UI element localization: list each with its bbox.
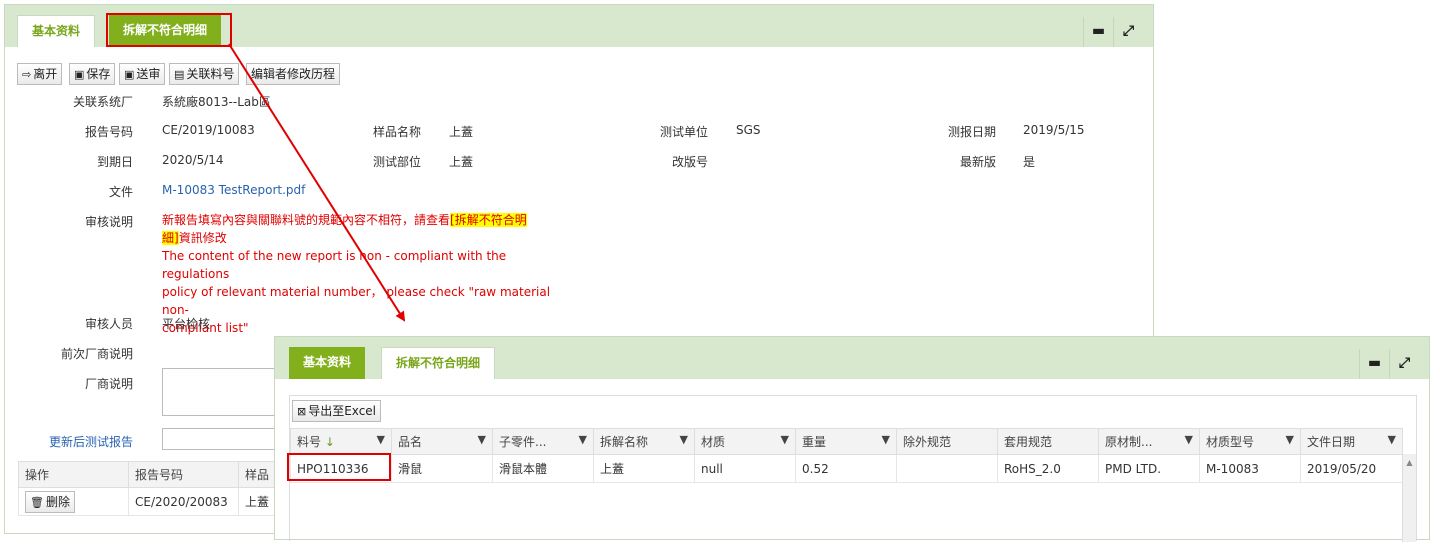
col-report-no: 报告号码 (128, 461, 239, 488)
vendor-note-textarea[interactable] (162, 368, 282, 416)
table-row[interactable]: HPO110336 滑鼠 滑鼠本體 上蓋 null 0.52 RoHS_2.0 … (290, 454, 1403, 483)
review-note-label: 审核说明 (84, 215, 133, 229)
report-date-label: 测报日期 (947, 125, 996, 139)
filter-icon[interactable]: ▼ (882, 433, 890, 446)
table-row: 🗑 删除 CE/2020/20083 上蓋 (18, 487, 281, 516)
col-material[interactable]: 材质 ▼ (694, 428, 796, 455)
noncompliance-table-header: 料号 ↓ ▼ 品名 ▼ 子零件... ▼ 拆解名称 ▼ 材质 ▼ 重量 ▼ 除外规范 套用规… (290, 428, 1403, 455)
noncompliance-reference-highlight: [拆解不符合明 (450, 213, 527, 227)
detail-panel: 基本资料 拆解不符合明细 ▬ ⤢ ⊠ 导出至Excel 料号 ↓ ▼ 品名 ▼ 子零件… (274, 336, 1430, 542)
col-part-no[interactable]: 料号 ↓ ▼ (290, 428, 392, 455)
system-factory-label: 关联系统厂 (72, 95, 133, 109)
filter-icon[interactable]: ▼ (680, 433, 688, 446)
col-action: 操作 (18, 461, 129, 488)
updated-report-input[interactable] (162, 428, 282, 450)
detail-tab-bar: 基本资料 拆解不符合明细 ▬ ⤢ (275, 337, 1429, 379)
filter-icon[interactable]: ▼ (1185, 433, 1193, 446)
detail-tab-disassembly-noncompliance[interactable]: 拆解不符合明细 (381, 347, 496, 379)
review-note-text: 新報告填寫內容與關聯料號的規範內容不相符，請查看[拆解不符合明 細]資訊修改 T… (162, 213, 551, 335)
document-icon: ▤ (174, 68, 185, 81)
filter-icon[interactable]: ▼ (478, 433, 486, 446)
col-file-date[interactable]: 文件日期 ▼ (1300, 428, 1403, 455)
col-product-name[interactable]: 品名 ▼ (391, 428, 493, 455)
cell-material: null (694, 454, 796, 483)
revision-label: 改版号 (671, 155, 708, 169)
test-part-label: 测试部位 (372, 155, 421, 169)
leave-button[interactable]: ⇨ 离开 (17, 63, 63, 85)
excel-icon: ⊠ (297, 405, 307, 418)
save-button[interactable]: ▣ 保存 (69, 63, 116, 85)
cell-report-no: CE/2020/20083 (128, 487, 239, 516)
detail-tab-basic-info[interactable]: 基本资料 (289, 347, 366, 379)
col-disassembly-name[interactable]: 拆解名称 ▼ (593, 428, 695, 455)
prev-vendor-note-label: 前次厂商说明 (60, 347, 133, 361)
col-material-model[interactable]: 材质型号 ▼ (1199, 428, 1301, 455)
floppy-icon: ▣ (124, 68, 135, 81)
col-sub-part[interactable]: 子零件... ▼ (492, 428, 594, 455)
filter-icon[interactable]: ▼ (1286, 433, 1294, 446)
file-link[interactable]: M-10083 TestReport.pdf (162, 183, 305, 197)
floppy-icon: ▣ (74, 68, 85, 81)
report-date-value: 2019/5/15 (1023, 123, 1085, 137)
annotation-box-part-no (287, 453, 391, 481)
cell-material-model: M-10083 (1199, 454, 1301, 483)
due-date-value: 2020/5/14 (162, 153, 224, 167)
reviewer-label: 审核人员 (84, 317, 133, 331)
detail-grid-container: ⊠ 导出至Excel 料号 ↓ ▼ 品名 ▼ 子零件... ▼ 拆解名称 ▼ 材质 ▼ 重量… (289, 395, 1417, 542)
delete-button[interactable]: 🗑 删除 (25, 490, 75, 513)
filter-icon[interactable]: ▼ (579, 433, 587, 446)
vendor-note-label: 厂商说明 (84, 377, 133, 391)
link-part-button[interactable]: ▤ 关联料号 (169, 63, 240, 85)
cell-exclusion-spec (896, 454, 998, 483)
annotation-box-tab (106, 13, 232, 47)
cell-file-date: 2019/05/20 (1300, 454, 1403, 483)
filter-icon[interactable]: ▼ (781, 433, 789, 446)
noncompliance-table: 料号 ↓ ▼ 品名 ▼ 子零件... ▼ 拆解名称 ▼ 材质 ▼ 重量 ▼ 除外规范 套用规… (290, 428, 1403, 483)
report-no-label: 报告号码 (84, 125, 133, 139)
noncompliance-reference-highlight-cont: 細] (162, 231, 179, 245)
scroll-up-icon[interactable]: ▲ (1403, 458, 1416, 467)
col-raw-maker[interactable]: 原材制... ▼ (1098, 428, 1200, 455)
latest-label: 最新版 (959, 155, 996, 169)
latest-value: 是 (1023, 155, 1036, 169)
sample-name-value: 上蓋 (449, 125, 474, 139)
cell-disassembly-name: 上蓋 (593, 454, 695, 483)
expand-icon[interactable]: ⤢ (1113, 17, 1143, 47)
system-factory-value: 系統廠8013--Lab區 (162, 95, 271, 109)
sort-down-icon: ↓ (324, 435, 335, 449)
report-no-value: CE/2019/10083 (162, 123, 255, 137)
trash-icon: 🗑 (30, 495, 44, 509)
sample-name-label: 样品名称 (372, 125, 421, 139)
reviewer-value: 平台检核 (162, 317, 211, 331)
filter-icon[interactable]: ▼ (1388, 433, 1396, 446)
file-label: 文件 (108, 185, 133, 199)
main-tab-basic-info[interactable]: 基本资料 (17, 15, 96, 47)
filter-icon[interactable]: ▼ (377, 433, 385, 446)
export-excel-button[interactable]: ⊠ 导出至Excel (292, 400, 382, 422)
cell-applied-spec: RoHS_2.0 (997, 454, 1099, 483)
cell-product-name: 滑鼠 (391, 454, 493, 483)
submit-review-button[interactable]: ▣ 送审 (119, 63, 166, 85)
report-table-header: 操作 报告号码 样品 (18, 461, 281, 488)
minimize-icon[interactable]: ▬ (1083, 17, 1113, 47)
col-exclusion-spec[interactable]: 除外规范 (896, 428, 998, 455)
test-unit-value: SGS (736, 123, 761, 137)
test-unit-label: 测试单位 (659, 125, 708, 139)
minimize-icon[interactable]: ▬ (1359, 349, 1389, 379)
due-date-label: 到期日 (96, 155, 133, 169)
cell-weight: 0.52 (795, 454, 897, 483)
col-applied-spec[interactable]: 套用规范 (997, 428, 1099, 455)
col-weight[interactable]: 重量 ▼ (795, 428, 897, 455)
edit-history-button[interactable]: 编辑者修改历程 (246, 63, 341, 85)
updated-report-label[interactable]: 更新后测试报告 (49, 433, 133, 450)
cell-raw-maker: PMD LTD. (1098, 454, 1200, 483)
test-part-value: 上蓋 (449, 155, 474, 169)
cell-sub-part: 滑鼠本體 (492, 454, 594, 483)
vertical-scrollbar[interactable]: ▲ (1402, 454, 1416, 542)
report-table: 操作 报告号码 样品 🗑 删除 CE/2020/20083 上蓋 (18, 461, 281, 516)
exit-icon: ⇨ (22, 68, 32, 81)
expand-icon[interactable]: ⤢ (1389, 349, 1419, 379)
